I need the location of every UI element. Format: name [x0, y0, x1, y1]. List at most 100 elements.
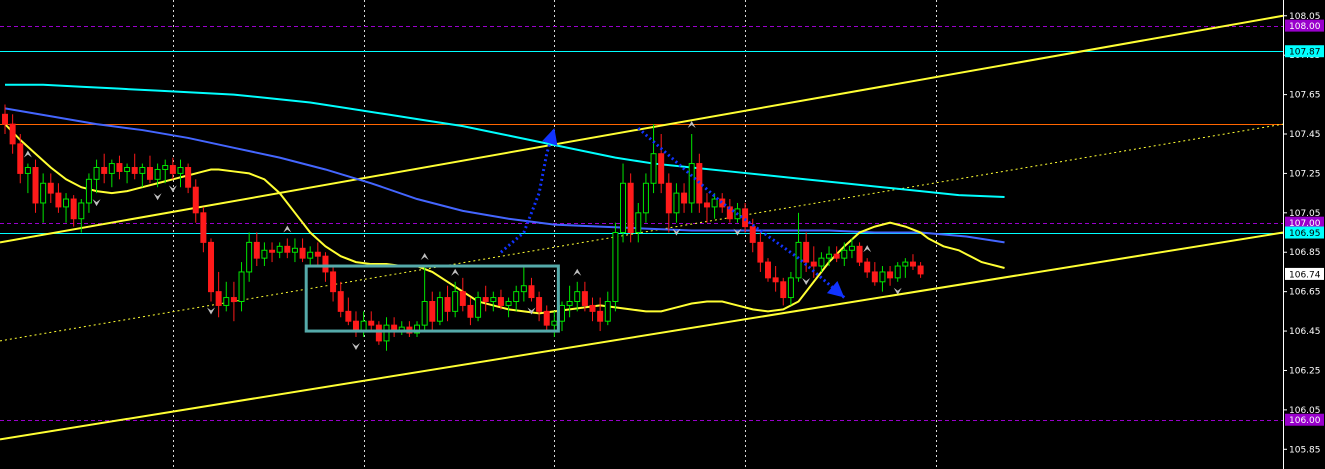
candle-body — [711, 198, 718, 208]
candle-body — [436, 297, 443, 322]
candle-body — [139, 167, 146, 174]
candle-body — [826, 253, 833, 259]
candle-body — [604, 301, 611, 322]
y-tick-label: 107.25 — [1289, 169, 1321, 179]
candle-body — [146, 167, 153, 180]
y-tick-label: 106.45 — [1289, 327, 1321, 337]
candle-body — [238, 271, 245, 302]
candle-body — [101, 167, 108, 174]
candle-body — [444, 297, 451, 312]
candle-body — [215, 291, 222, 306]
candle-body — [291, 247, 298, 253]
candle-body — [917, 265, 924, 275]
candle-body — [818, 257, 825, 267]
candle-body — [703, 202, 710, 208]
candle-body — [429, 301, 436, 322]
candle-body — [368, 320, 375, 326]
candle-body — [383, 324, 390, 342]
candle-body — [490, 297, 497, 303]
candle-body — [192, 186, 199, 214]
candle-body — [276, 245, 283, 253]
candle-body — [696, 163, 703, 204]
candle-body — [55, 192, 62, 208]
candle-body — [421, 301, 428, 326]
candle-body — [330, 271, 337, 293]
candle-body — [650, 153, 657, 184]
candle-body — [871, 271, 878, 283]
candle-body — [345, 310, 352, 322]
candle-body — [688, 163, 695, 204]
candle-body — [520, 285, 527, 293]
candle-body — [528, 285, 535, 299]
candle-body — [452, 291, 459, 312]
y-tick-label: 106.65 — [1289, 288, 1321, 298]
chart-background — [0, 0, 1325, 469]
y-tick-label: 107.65 — [1289, 91, 1321, 101]
candle-body — [635, 212, 642, 234]
candle-body — [627, 182, 634, 234]
candle-body — [124, 167, 131, 172]
candle-body — [612, 232, 619, 303]
candle-body — [208, 241, 215, 293]
candle-body — [757, 241, 764, 263]
chart-container: 108.05107.85107.65107.45107.25107.05106.… — [0, 0, 1325, 469]
price-tag-label: 106.95 — [1289, 229, 1321, 239]
candle-body — [93, 167, 100, 180]
candle-body — [551, 320, 558, 326]
price-tag-label: 106.00 — [1289, 416, 1321, 426]
candle-body — [284, 245, 291, 253]
candle-body — [314, 251, 321, 257]
candle-body — [887, 271, 894, 279]
candle-body — [78, 202, 85, 220]
candle-body — [116, 163, 123, 172]
candle-body — [841, 249, 848, 259]
candle-body — [169, 165, 176, 174]
candle-body — [85, 178, 92, 204]
price-chart: 108.05107.85107.65107.45107.25107.05106.… — [0, 0, 1325, 469]
candle-body — [497, 297, 504, 306]
candle-body — [558, 304, 565, 322]
y-tick-label: 105.85 — [1289, 445, 1321, 455]
candle-body — [17, 143, 24, 174]
candle-body — [246, 241, 253, 273]
candle-body — [299, 247, 306, 259]
candle-body — [902, 261, 909, 267]
candle-body — [185, 167, 192, 188]
candle-body — [269, 249, 276, 253]
price-tag-label: 106.74 — [1289, 270, 1321, 280]
candle-body — [154, 168, 161, 180]
candle-body — [879, 271, 886, 283]
candle-body — [810, 261, 817, 267]
candle-body — [9, 123, 16, 145]
candle-body — [322, 255, 329, 273]
candle-body — [32, 167, 39, 204]
candle-body — [848, 245, 855, 251]
candle-body — [864, 261, 871, 273]
candle-body — [24, 167, 31, 174]
candle-body — [337, 291, 344, 312]
candle-body — [2, 113, 8, 125]
candle-body — [894, 265, 901, 279]
candle-body — [70, 198, 77, 220]
candle-body — [581, 291, 588, 306]
candle-body — [597, 310, 604, 322]
candle-body — [253, 241, 260, 259]
candle-body — [780, 281, 787, 299]
candle-body — [749, 226, 756, 243]
price-tag-label: 108.00 — [1289, 22, 1321, 32]
y-tick-label: 107.45 — [1289, 130, 1321, 140]
y-tick-label: 106.25 — [1289, 366, 1321, 376]
candle-body — [765, 261, 771, 279]
candle-body — [673, 192, 680, 214]
price-tag-label: 107.87 — [1289, 48, 1321, 58]
candle-body — [459, 291, 466, 306]
candle-body — [658, 153, 665, 184]
candle-body — [230, 297, 237, 303]
candle-body — [47, 182, 54, 194]
candle-body — [482, 297, 489, 303]
candle-body — [543, 310, 550, 326]
candle-body — [223, 297, 230, 306]
y-tick-label: 106.85 — [1289, 248, 1321, 258]
price-axis: 108.05107.85107.65107.45107.25107.05106.… — [1283, 0, 1325, 469]
candle-body — [742, 208, 749, 228]
